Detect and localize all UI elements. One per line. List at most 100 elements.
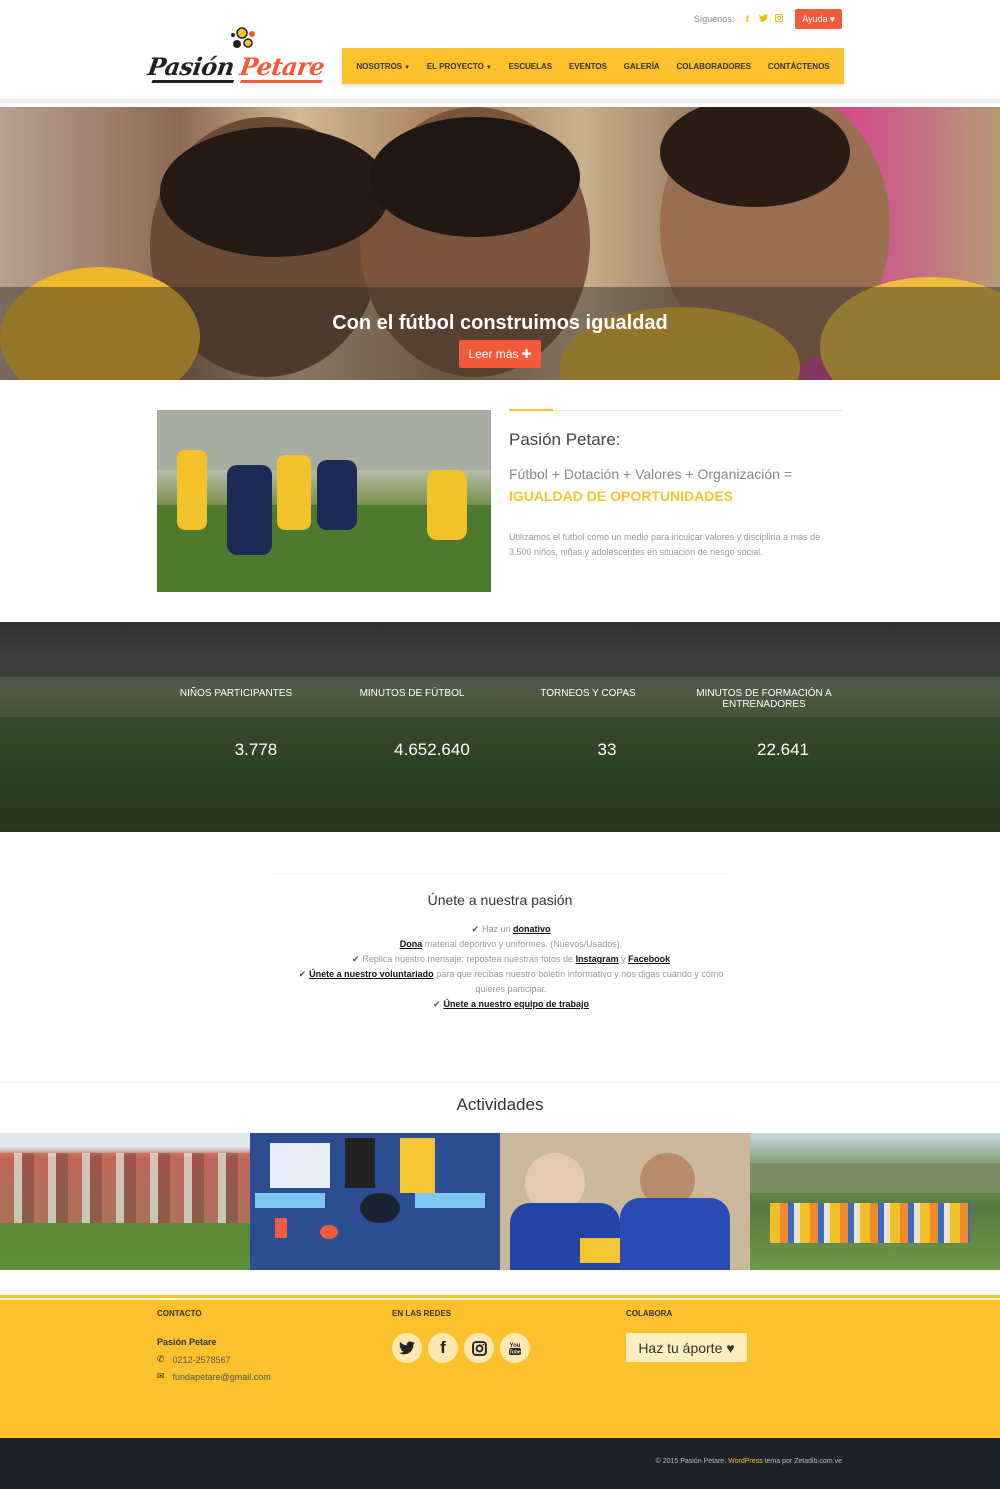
photo-shape [177, 450, 207, 530]
activity-photo-meeting[interactable] [500, 1133, 750, 1270]
copyright-text: © 2015 Pasión Petare. [655, 1458, 727, 1465]
read-more-button[interactable]: Leer más ✚ [459, 340, 541, 368]
stat-value: 3.778 [234, 740, 278, 759]
logo-text-pasion: Pasión [145, 52, 237, 81]
main-nav: NOSOTROS ▼ EL PROYECTO ▼ ESCUELAS EVENTOS … [342, 48, 844, 84]
twitter-icon[interactable] [758, 14, 768, 24]
caret-down-icon: ▼ [485, 64, 492, 71]
photo-shape [270, 1143, 330, 1188]
footer-stripe [0, 1298, 1000, 1300]
nav-item-el-proyecto[interactable]: EL PROYECTO ▼ [427, 62, 492, 71]
facebook-icon[interactable]: f [742, 14, 752, 24]
phone-text: 0212-2578567 [172, 1354, 231, 1365]
join-text: Replica nuestro mensaje: repostea nuestr… [362, 954, 574, 964]
activities-title: Actividades [456, 1095, 544, 1114]
stat-label: NIÑOS PARTICIPANTES [179, 688, 293, 699]
instagram-icon[interactable] [464, 1333, 494, 1363]
hero-slider: Con el fútbol construimos igualdad Leer … [0, 107, 1000, 380]
footer-email[interactable]: ✉ fundapetare@gmail.com [157, 1371, 271, 1382]
join-text: Haz un [482, 924, 511, 934]
photo-shape [255, 1193, 325, 1208]
logo-underline [151, 80, 323, 83]
nav-item-galeria[interactable]: GALERÍA [624, 62, 660, 71]
nav-label: NOSOTROS [356, 61, 403, 71]
donate-button[interactable]: Haz tu áporte ♥ [626, 1333, 747, 1362]
stats-backdrop-shape [0, 622, 1000, 677]
photo-shape [277, 455, 311, 530]
twitter-icon[interactable] [392, 1333, 422, 1363]
follow-label: Síguenos: [693, 14, 735, 24]
about-title: Pasión Petare: [509, 430, 621, 449]
nav-item-eventos[interactable]: EVENTOS [569, 62, 607, 71]
instagram-link[interactable]: Instagram [576, 954, 619, 964]
photo-shape [427, 470, 467, 540]
donation-link[interactable]: donativo [513, 924, 551, 934]
photo-shape [750, 1163, 1000, 1193]
read-more-label: Leer más [468, 347, 519, 361]
check-icon: ✔ [298, 969, 307, 979]
stats-backdrop-shape [0, 717, 1000, 832]
activity-photo-equipment[interactable] [250, 1133, 500, 1270]
nav-item-escuelas[interactable]: ESCUELAS [509, 62, 553, 71]
phone-icon: ✆ [157, 1354, 165, 1364]
join-list: ✔ Haz un donativo Dona material deportivo… [296, 922, 726, 1012]
join-title: Únete a nuestra pasión [427, 892, 573, 908]
wordpress-link[interactable]: WordPress [728, 1458, 763, 1465]
instagram-icon[interactable] [774, 13, 784, 24]
join-divider [272, 873, 728, 874]
heart-icon: ♥ [829, 14, 835, 24]
svg-text:Tube: Tube [509, 1350, 521, 1356]
join-item: ✔ Replica nuestro mensaje: repostea nuest… [296, 952, 726, 967]
footer-bottom-bar: © 2015 Pasión Petare. WordPress tema por… [0, 1438, 1000, 1489]
footer-org-name: Pasión Petare [157, 1337, 217, 1347]
activity-photo-group[interactable] [750, 1133, 1000, 1270]
volunteer-link[interactable]: Únete a nuestro voluntariado [309, 969, 434, 979]
formula-text: Fútbol + Dotación + Valores + Organizaci… [509, 466, 793, 482]
nav-label: ESCUELAS [508, 61, 553, 71]
photo-shape [580, 1238, 620, 1263]
stat-label: MINUTOS DE FORMACIÓN A ENTRENADORES [696, 688, 832, 710]
hero-photo-shape [160, 127, 390, 257]
site-logo[interactable]: PasiónPetare [146, 22, 326, 90]
stat-value: 33 [597, 740, 617, 759]
nav-label: GALERÍA [623, 61, 660, 71]
about-description: Utilizamos el fútbol como un medio para … [509, 532, 821, 557]
stat-label: MINUTOS DE FÚTBOL [359, 688, 465, 699]
nav-item-nosotros[interactable]: NOSOTROS ▼ [356, 62, 410, 71]
join-text: para que recibas nuestro boletín informa… [436, 969, 724, 994]
facebook-link[interactable]: Facebook [628, 954, 670, 964]
top-bar: Síguenos: f Ayuda ♥ [694, 9, 842, 29]
about-formula: Fútbol + Dotación + Valores + Organizaci… [509, 463, 839, 507]
heart-icon: ♥ [726, 1339, 735, 1356]
youtube-icon[interactable]: You Tube [500, 1333, 530, 1363]
help-button[interactable]: Ayuda ♥ [795, 9, 842, 29]
logo-wordmark: PasiónPetare [146, 52, 326, 81]
logo-text-petare: Petare [238, 52, 327, 81]
stat-label: TORNEOS Y COPAS [540, 688, 636, 699]
photo-shape [317, 460, 357, 530]
activity-photo-field[interactable] [0, 1133, 250, 1270]
join-item: ✔ Únete a nuestro voluntariado para que r… [296, 967, 726, 997]
join-item: ✔ Únete a nuestro equipo de trabajo [296, 997, 726, 1012]
nav-label: COLABORADORES [676, 61, 752, 71]
plus-icon: ✚ [521, 347, 532, 361]
site-header: Síguenos: f Ayuda ♥ PasiónPetare NOSOTRO… [0, 0, 1000, 103]
donate-material-link[interactable]: Dona [400, 939, 423, 949]
stats-section: NIÑOS PARTICIPANTES MINUTOS DE FÚTBOL TO… [0, 622, 1000, 832]
formula-highlight: IGUALDAD DE OPORTUNIDADES [509, 488, 734, 504]
work-team-link[interactable]: Únete a nuestro equipo de trabajo [444, 999, 590, 1009]
footer-phone: ✆ 0212-2578567 [157, 1354, 231, 1365]
join-text: material deportivo y uniformes. (Nuevos/… [424, 939, 623, 949]
soccer-ball-icon [231, 27, 255, 48]
check-icon: ✔ [432, 999, 441, 1009]
facebook-icon[interactable]: f [428, 1333, 458, 1363]
photo-shape [345, 1138, 375, 1188]
about-photo [157, 410, 491, 592]
join-item: Dona material deportivo y uniformes. (Nu… [296, 937, 726, 952]
photo-shape [400, 1138, 435, 1193]
donate-button-label: Haz tu áporte [638, 1339, 723, 1356]
nav-item-colaboradores[interactable]: COLABORADORES [676, 62, 751, 71]
activities-divider [0, 1082, 1000, 1083]
nav-item-contactenos[interactable]: CONTÁCTENOS [768, 62, 830, 71]
footer-social-heading: EN LAS REDES [392, 1309, 452, 1318]
